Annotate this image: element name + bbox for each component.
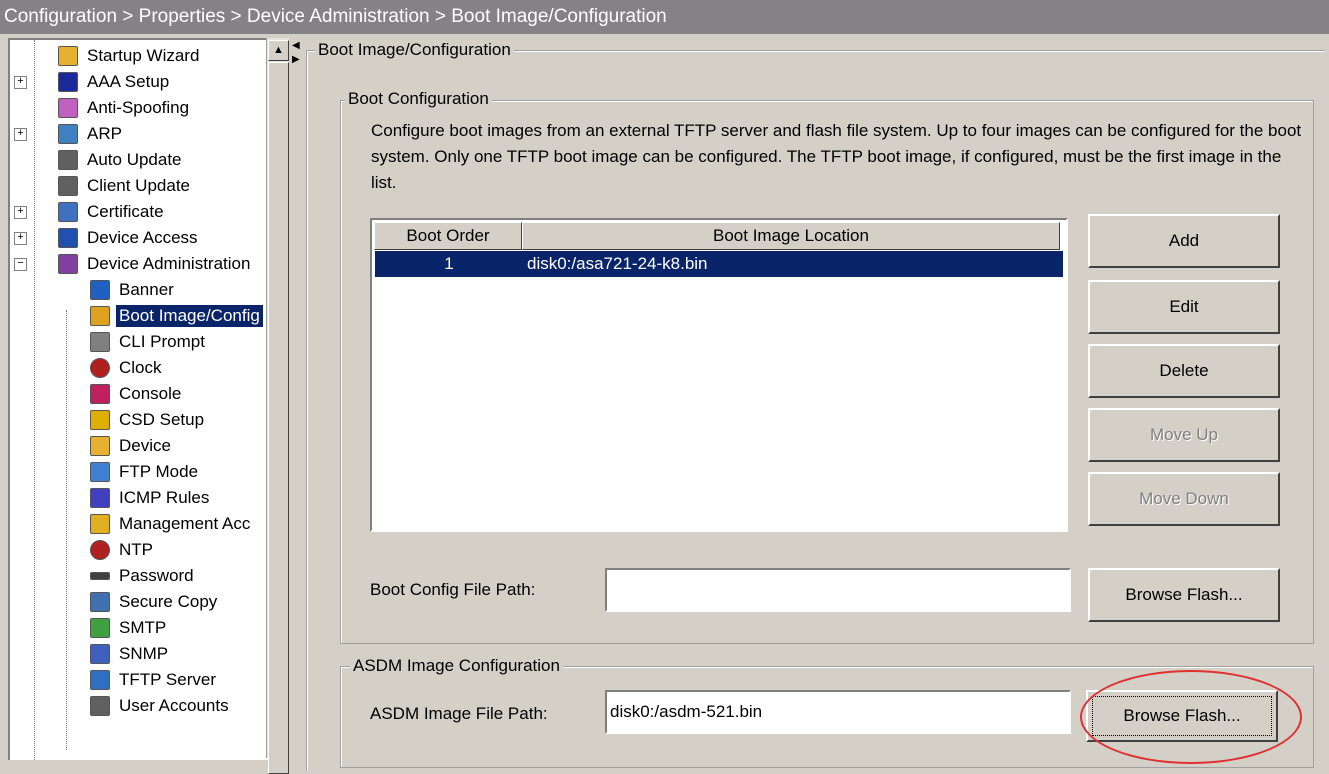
tree-item-secure-copy[interactable]: Secure Copy [90, 589, 220, 615]
boot-icon [90, 306, 110, 326]
panel-splitter[interactable]: ◀ ▶ [289, 38, 303, 758]
device-icon [90, 436, 110, 456]
boot-image-location-cell: disk0:/asa721-24-k8.bin [527, 254, 708, 273]
tree-item-management-access[interactable]: Management Acc [90, 511, 253, 537]
tree-item-device-administration[interactable]: − Device Administration [14, 251, 253, 277]
tree-item-cli-prompt[interactable]: CLI Prompt [90, 329, 208, 355]
certificate-icon [58, 202, 78, 222]
expand-icon[interactable]: + [14, 206, 27, 219]
column-header-boot-order[interactable]: Boot Order [374, 222, 522, 250]
tree-item-ftp-mode[interactable]: FTP Mode [90, 459, 201, 485]
expand-right-icon[interactable]: ▶ [292, 54, 300, 65]
title-bar: Configuration > Properties > Device Admi… [0, 0, 1329, 34]
scroll-thumb[interactable] [268, 62, 289, 774]
scroll-up-icon[interactable]: ▲ [268, 40, 289, 61]
tree-item-clock[interactable]: Clock [90, 355, 165, 381]
boot-image-table[interactable]: Boot Order Boot Image Location 1 disk0:/… [370, 218, 1068, 532]
tree-item-tftp-server[interactable]: TFTP Server [90, 667, 219, 693]
tree-item-anti-spoofing[interactable]: Anti-Spoofing [58, 95, 192, 121]
tree-item-auto-update[interactable]: Auto Update [58, 147, 185, 173]
table-row[interactable]: 1 disk0:/asa721-24-k8.bin [375, 251, 1063, 277]
boot-configuration-legend: Boot Configuration [345, 89, 492, 109]
navigation-tree: Startup Wizard + AAA Setup Anti-Spoofing… [8, 38, 268, 760]
computer-icon [58, 176, 78, 196]
console-icon [90, 384, 110, 404]
tree-guide-line [66, 310, 67, 750]
lock-icon [90, 410, 110, 430]
ftp-icon [90, 462, 110, 482]
tree-item-ntp[interactable]: NTP [90, 537, 156, 563]
tree-guide-line [34, 40, 35, 760]
tree-item-device[interactable]: Device [90, 433, 174, 459]
tree-item-aaa-setup[interactable]: + AAA Setup [14, 69, 172, 95]
users-icon [90, 696, 110, 716]
tree-item-arp[interactable]: + ARP [14, 121, 125, 147]
lock-icon [58, 72, 78, 92]
tree-item-csd-setup[interactable]: CSD Setup [90, 407, 207, 433]
admin-icon [58, 254, 78, 274]
edit-button[interactable]: Edit [1088, 280, 1280, 334]
tree-item-icmp-rules[interactable]: ICMP Rules [90, 485, 212, 511]
prompt-icon [90, 332, 110, 352]
tree-scrollbar[interactable]: ▲ [266, 38, 289, 774]
smtp-icon [90, 618, 110, 638]
banner-icon [90, 280, 110, 300]
expand-icon[interactable]: + [14, 76, 27, 89]
boot-config-file-path-label: Boot Config File Path: [370, 580, 536, 599]
copy-icon [90, 592, 110, 612]
asdm-image-configuration-legend: ASDM Image Configuration [350, 656, 563, 676]
key-icon [58, 228, 78, 248]
wizard-icon [58, 46, 78, 66]
tree-item-banner[interactable]: Banner [90, 277, 177, 303]
add-button[interactable]: Add [1088, 214, 1280, 268]
server-icon [90, 670, 110, 690]
clock-icon [90, 358, 110, 378]
asdm-browse-flash-label: Browse Flash... [1123, 706, 1241, 725]
collapse-icon[interactable]: − [14, 258, 27, 271]
delete-button[interactable]: Delete [1088, 344, 1280, 398]
expand-icon[interactable]: + [14, 128, 27, 141]
password-icon [90, 572, 110, 580]
collapse-left-icon[interactable]: ◀ [292, 40, 300, 51]
tree-item-password[interactable]: Password [90, 563, 197, 589]
shield-icon [58, 98, 78, 118]
boot-order-cell: 1 [444, 254, 454, 273]
tree-item-certificate[interactable]: + Certificate [14, 199, 167, 225]
expand-icon[interactable]: + [14, 232, 27, 245]
tree-item-client-update[interactable]: Client Update [58, 173, 193, 199]
move-down-button[interactable]: Move Down [1088, 472, 1280, 526]
tree-item-startup-wizard[interactable]: Startup Wizard [58, 43, 202, 69]
tree-item-device-access[interactable]: + Device Access [14, 225, 201, 251]
tree-item-user-accounts[interactable]: User Accounts [90, 693, 232, 719]
boot-config-file-path-field[interactable] [605, 568, 1071, 612]
column-header-boot-image-location[interactable]: Boot Image Location [522, 222, 1060, 250]
boot-config-browse-flash-button[interactable]: Browse Flash... [1088, 568, 1280, 622]
tree-item-smtp[interactable]: SMTP [90, 615, 169, 641]
asdm-image-file-path-field[interactable]: disk0:/asdm-521.bin [605, 690, 1071, 734]
boot-configuration-description: Configure boot images from an external T… [371, 121, 1302, 192]
move-up-button[interactable]: Move Up [1088, 408, 1280, 462]
asdm-browse-flash-button[interactable]: Browse Flash... [1086, 690, 1278, 742]
tree-item-boot-image-config[interactable]: Boot Image/Config [90, 303, 263, 329]
icmp-icon [90, 488, 110, 508]
tree-item-console[interactable]: Console [90, 381, 184, 407]
snmp-icon [90, 644, 110, 664]
asdm-image-file-path-label: ASDM Image File Path: [370, 704, 548, 723]
tree-item-snmp[interactable]: SNMP [90, 641, 171, 667]
clock-icon [90, 540, 110, 560]
panel-title: Boot Image/Configuration [315, 40, 514, 60]
computer-icon [58, 150, 78, 170]
network-icon [58, 124, 78, 144]
management-icon [90, 514, 110, 534]
